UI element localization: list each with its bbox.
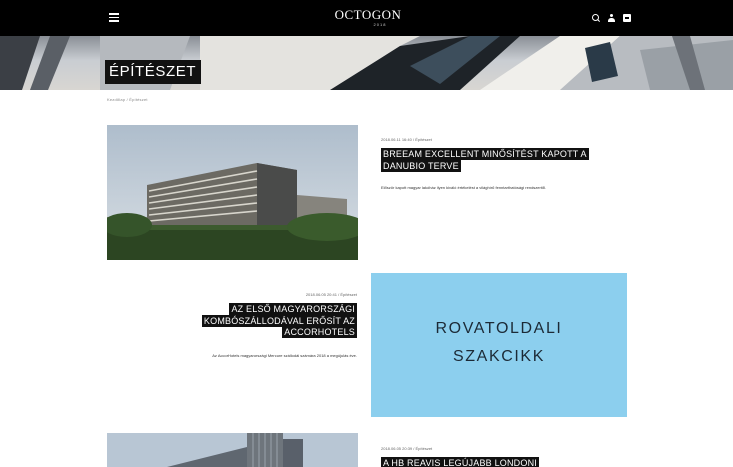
cart-icon[interactable] — [623, 14, 631, 22]
tower-illustration — [107, 433, 358, 467]
breadcrumb-current: Építészet — [129, 97, 148, 102]
article-1-title-line2: DANUBIO TERVE — [381, 159, 461, 172]
article-2-date: 2018.06.05 20:41 — [305, 292, 337, 297]
ad-line1: ROVATOLDALI — [435, 320, 563, 337]
article-3-category[interactable]: Építészet — [415, 446, 432, 451]
article-1-date: 2018.06.11 16:40 — [381, 137, 412, 142]
article-1-meta: 2018.06.11 16:40 / Építészet — [381, 137, 432, 142]
search-icon[interactable] — [592, 14, 600, 22]
article-3-thumbnail[interactable] — [107, 433, 358, 467]
breadcrumb: Kezdőlap / Építészet — [107, 97, 148, 102]
section-title: ÉPÍTÉSZET — [105, 60, 202, 84]
section-hero-banner: ÉPÍTÉSZET — [0, 36, 733, 90]
breadcrumb-home-link[interactable]: Kezdőlap — [107, 97, 125, 102]
article-2-title-line2: KOMBÓSZÁLLODÁVAL ERŐSÍT AZ — [201, 314, 357, 327]
ad-text: ROVATOLDALI SZAKCIKK — [371, 315, 627, 371]
article-1-headline[interactable]: BREEAM EXCELLENT MINŐSÍTÉST KAPOTT A DAN… — [381, 148, 631, 172]
article-2-lead: Az AccorHotels magyarországi Mercure szá… — [212, 353, 357, 358]
article-3-title-line1: A HB REAVIS LEGÚJABB LONDONI — [381, 457, 539, 467]
section-article-ad[interactable]: ROVATOLDALI SZAKCIKK — [371, 273, 627, 417]
article-1-category[interactable]: Építészet — [415, 137, 432, 142]
header-icons — [592, 13, 631, 23]
article-1-title-line1: BREEAM EXCELLENT MINŐSÍTÉST KAPOTT A — [381, 148, 589, 160]
ad-line2: SZAKCIKK — [453, 348, 545, 365]
user-icon[interactable] — [608, 14, 615, 22]
article-2-title-line1: AZ ELSŐ MAGYARORSZÁGI — [229, 303, 357, 315]
menu-icon[interactable] — [109, 13, 119, 22]
article-1-thumbnail[interactable] — [107, 125, 358, 260]
top-navigation-bar: OCTOGON 2018 — [0, 0, 733, 36]
article-1-lead: Először kapott magyar lakóház ilyen kivá… — [381, 185, 547, 190]
building-illustration — [107, 125, 358, 260]
article-2-meta: 2018.06.05 20:41 / Építészet — [240, 292, 357, 297]
article-2-category[interactable]: Építészet — [340, 292, 357, 297]
article-2-title-line3: ACCORHOTELS — [282, 326, 357, 338]
logo-wordmark: OCTOGON — [334, 7, 402, 22]
article-3-headline[interactable]: A HB REAVIS LEGÚJABB LONDONI — [381, 457, 631, 467]
article-3-date: 2018.06.05 20:39 — [381, 446, 413, 451]
article-3-meta: 2018.06.05 20:39 / Építészet — [381, 446, 432, 451]
article-2-headline[interactable]: AZ ELSŐ MAGYARORSZÁGI KOMBÓSZÁLLODÁVAL E… — [157, 303, 357, 339]
site-logo[interactable]: OCTOGON 2018 — [328, 7, 408, 28]
logo-subtitle: 2018 — [373, 22, 387, 27]
